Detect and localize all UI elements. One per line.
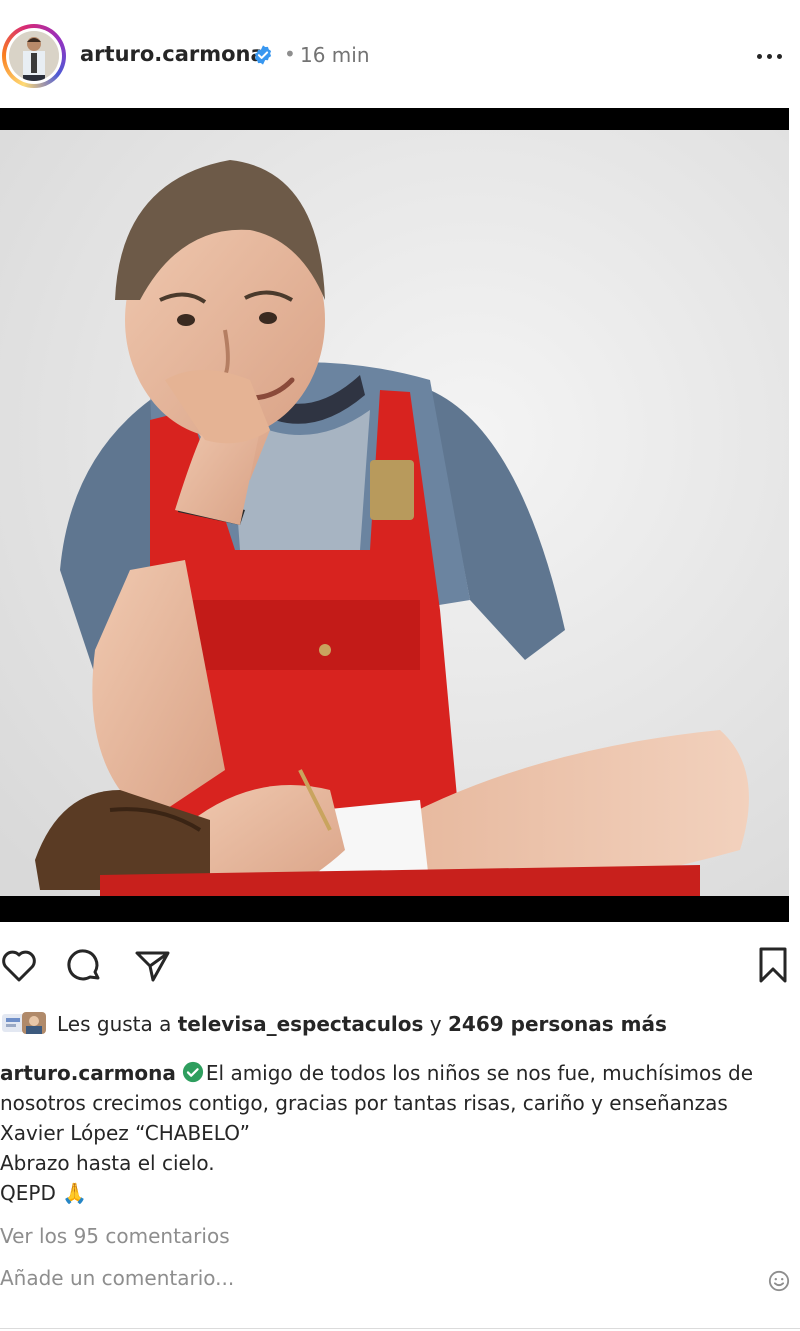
liker-avatars[interactable] [2, 1012, 48, 1034]
post-timestamp[interactable]: 16 min [300, 43, 370, 67]
smiley-icon[interactable] [768, 1270, 790, 1292]
likes-summary: Les gusta a televisa_espectaculos y 2469… [0, 1010, 800, 1040]
verified-badge-icon [254, 45, 272, 65]
likes-prefix: Les gusta a [57, 1012, 172, 1036]
comment-bubble-icon[interactable] [66, 948, 104, 984]
caption-line-1: arturo.carmona El amigo de todos los niño… [0, 1058, 790, 1088]
story-ring[interactable] [2, 24, 66, 88]
caption-line-4: Abrazo hasta el cielo. [0, 1151, 215, 1175]
author-username[interactable]: arturo.carmona [80, 42, 265, 66]
caption-line-5: QEPD 🙏 [0, 1178, 790, 1208]
bookmark-icon[interactable] [756, 946, 790, 986]
caption-line-3: Xavier López “CHABELO” [0, 1121, 250, 1145]
post-header: arturo.carmona • 16 min [0, 0, 800, 110]
view-all-comments-link[interactable]: Ver los 95 comentarios [0, 1224, 230, 1248]
add-comment-input[interactable] [0, 1266, 760, 1290]
post-divider [0, 1328, 800, 1329]
likes-text: Les gusta a televisa_espectaculos y 2469… [57, 1012, 667, 1036]
avatar[interactable] [6, 28, 62, 84]
caption-text-line: El amigo de todos los niños se nos fue, … [205, 1061, 754, 1085]
avatar-image [9, 31, 59, 81]
post-image[interactable] [0, 108, 789, 922]
post-photo [0, 130, 789, 896]
verified-check-icon [182, 1061, 203, 1083]
paper-plane-icon[interactable] [134, 948, 172, 984]
likes-count[interactable]: 2469 personas más [448, 1012, 667, 1036]
post-caption: arturo.carmona El amigo de todos los niño… [0, 1058, 790, 1208]
praying-hands-emoji: 🙏 [62, 1181, 88, 1205]
likes-connector: y [429, 1012, 442, 1036]
heart-icon[interactable] [0, 948, 38, 984]
caption-username[interactable]: arturo.carmona [0, 1061, 176, 1085]
caption-qepd: QEPD [0, 1181, 56, 1205]
more-options-icon[interactable] [755, 40, 785, 70]
liker-username[interactable]: televisa_espectaculos [178, 1012, 424, 1036]
caption-line-2: nosotros crecimos contigo, gracias por t… [0, 1091, 728, 1115]
separator-dot: • [284, 42, 296, 66]
